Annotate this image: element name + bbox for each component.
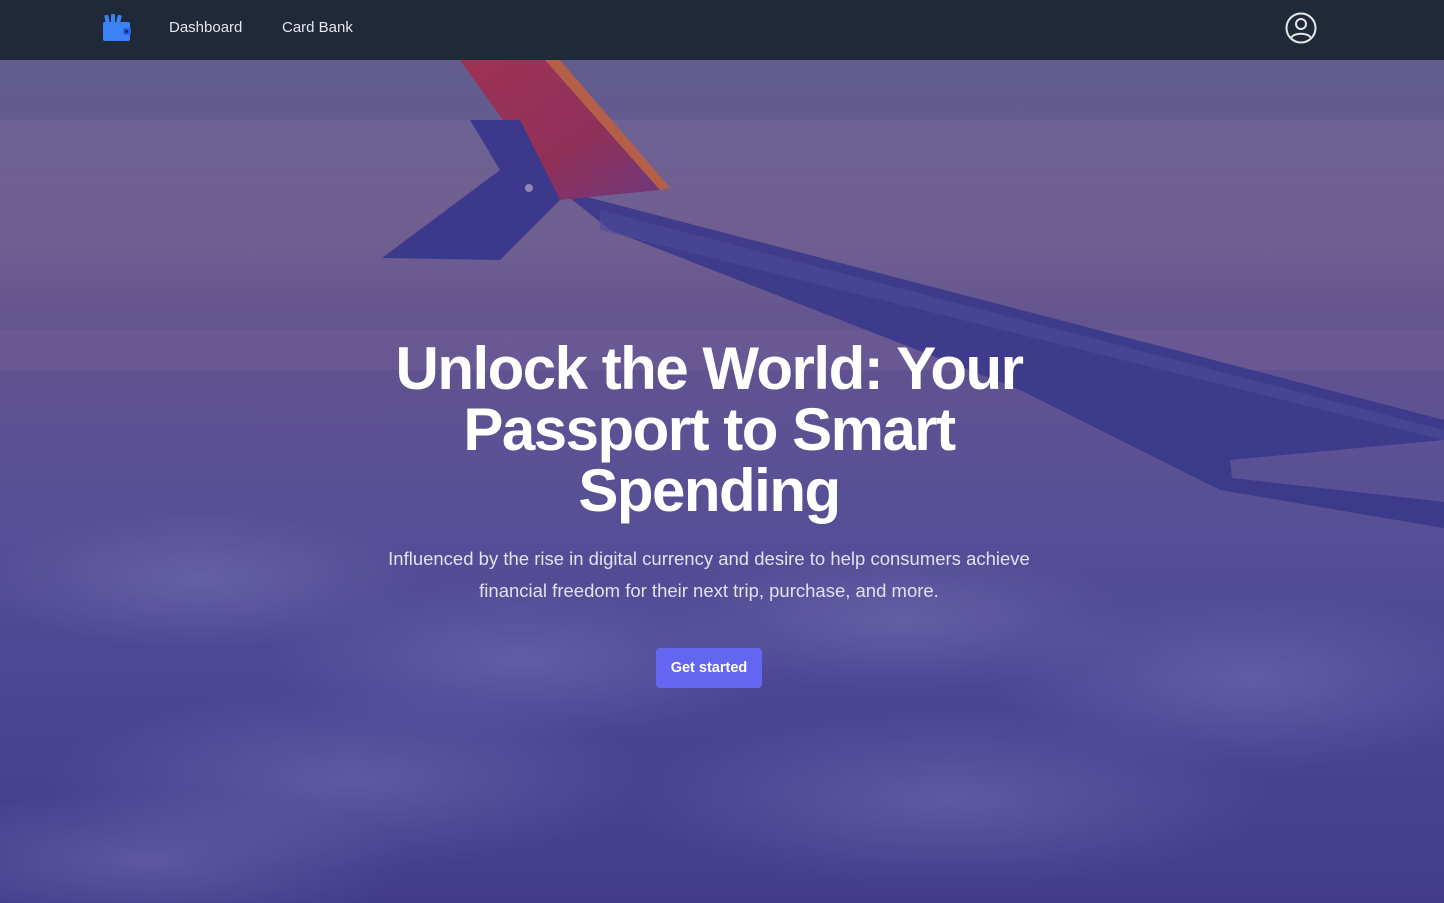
nav-link-card-bank[interactable]: Card Bank — [282, 19, 353, 36]
hero-section: Unlock the World: Your Passport to Smart… — [0, 60, 1444, 903]
get-started-button[interactable]: Get started — [656, 648, 762, 688]
hero-title: Unlock the World: Your Passport to Smart… — [395, 335, 1024, 524]
hero-subtitle: Influenced by the rise in digital curren… — [388, 548, 1030, 601]
user-circle-icon[interactable] — [1284, 11, 1318, 45]
top-navbar: Dashboard Card Bank — [0, 0, 1444, 60]
nav-link-dashboard[interactable]: Dashboard — [169, 19, 242, 36]
wallet-icon[interactable] — [102, 13, 132, 43]
